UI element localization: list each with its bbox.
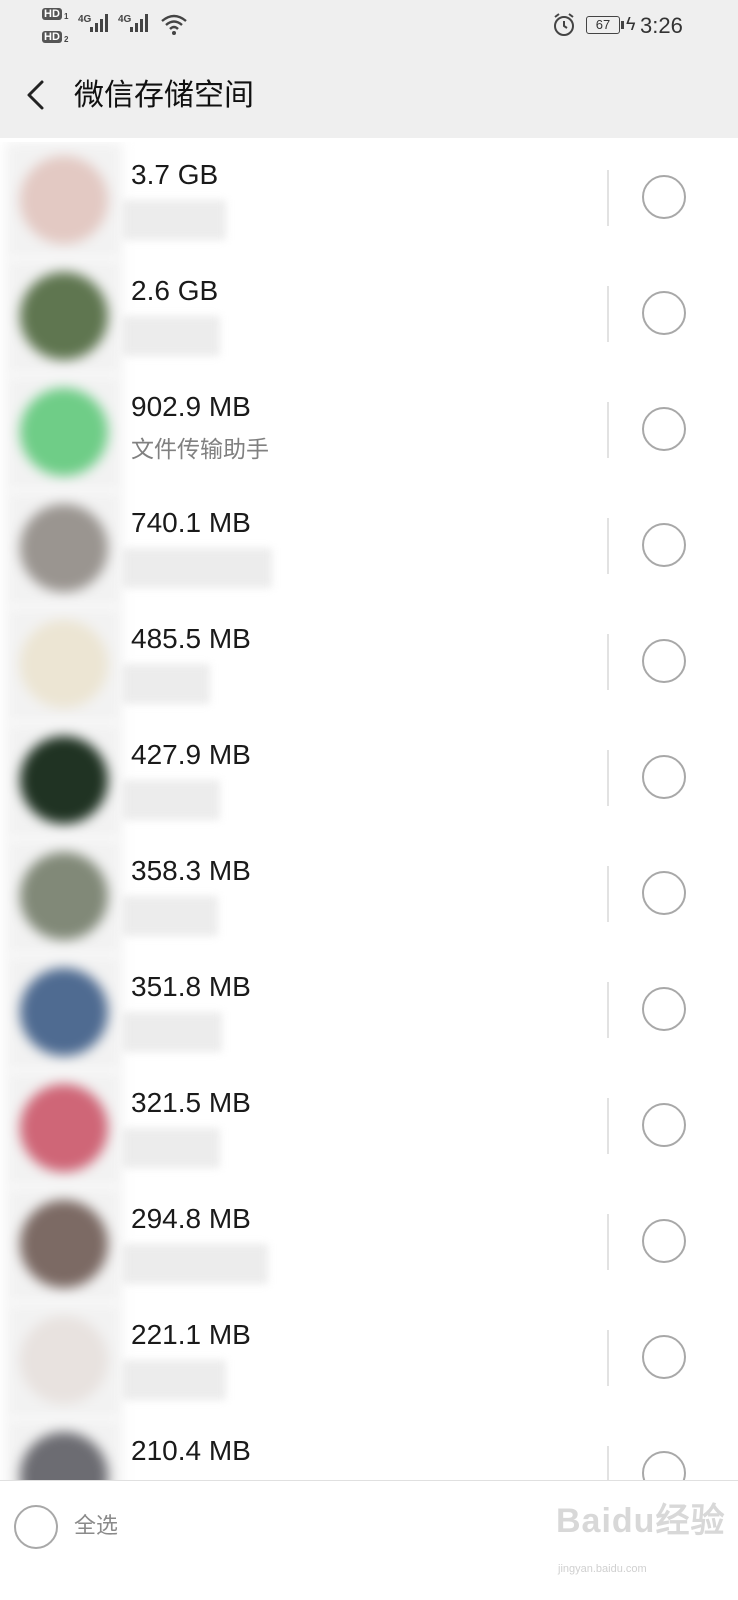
signal-icon-1 xyxy=(90,14,108,32)
wifi-icon xyxy=(161,14,187,35)
bottom-bar: 全选 Baidu经验 jingyan.baidu.com xyxy=(0,1480,738,1600)
avatar xyxy=(6,1186,122,1302)
chat-list-item[interactable]: 902.9 MB 文件传输助手 xyxy=(0,374,738,490)
row-divider xyxy=(607,1446,609,1480)
avatar xyxy=(6,838,122,954)
storage-size: 902.9 MB xyxy=(131,391,251,422)
storage-size: 485.5 MB xyxy=(131,623,251,654)
battery-icon: 67 xyxy=(586,16,620,34)
select-radio[interactable] xyxy=(642,407,686,451)
signal-icon-2 xyxy=(130,14,148,32)
select-radio[interactable] xyxy=(642,1451,686,1480)
storage-size: 3.7 GB xyxy=(131,159,219,190)
row-divider xyxy=(607,1330,609,1386)
select-radio[interactable] xyxy=(642,871,686,915)
chat-storage-list: 3.7 GB 2.6 GB 902.9 MB 文件传输助手 740.1 MB 485.5 … xyxy=(0,142,738,1480)
sim2-index: 2 xyxy=(64,35,69,44)
select-radio[interactable] xyxy=(642,1219,686,1263)
avatar xyxy=(6,258,122,374)
chat-list-item[interactable]: 358.3 MB xyxy=(0,838,738,954)
chat-list-item[interactable]: 485.5 MB xyxy=(0,606,738,722)
chat-list-item[interactable]: 351.8 MB xyxy=(0,954,738,1070)
chat-name-redacted xyxy=(122,1128,220,1168)
page-title: 微信存储空间 xyxy=(74,79,254,112)
avatar xyxy=(6,1070,122,1186)
status-bar: HD 1 HD 2 4G 4G 67 ϟ 3:26 xyxy=(0,0,738,52)
select-radio[interactable] xyxy=(642,987,686,1031)
chat-list-item[interactable]: 210.4 MB xyxy=(0,1418,738,1480)
avatar xyxy=(6,374,122,490)
storage-size: 2.6 GB xyxy=(131,275,219,306)
row-divider xyxy=(607,518,609,574)
storage-size: 358.3 MB xyxy=(131,855,251,886)
storage-size: 210.4 MB xyxy=(131,1435,251,1466)
battery-tip xyxy=(621,21,624,29)
storage-size: 221.1 MB xyxy=(131,1319,251,1350)
sim1-hd-badge: HD xyxy=(42,8,62,20)
chat-name-redacted xyxy=(122,780,220,820)
select-all-radio[interactable] xyxy=(14,1505,58,1549)
title-bar: 微信存储空间 xyxy=(0,52,738,138)
storage-size: 351.8 MB xyxy=(131,971,251,1002)
row-divider xyxy=(607,402,609,458)
chat-list-item[interactable]: 221.1 MB xyxy=(0,1302,738,1418)
row-divider xyxy=(607,1214,609,1270)
row-divider xyxy=(607,170,609,226)
select-radio[interactable] xyxy=(642,755,686,799)
chat-name-redacted xyxy=(122,200,226,240)
row-divider xyxy=(607,634,609,690)
chat-list-item[interactable]: 740.1 MB xyxy=(0,490,738,606)
chat-name-redacted xyxy=(122,896,218,936)
chat-name-redacted xyxy=(122,316,220,356)
select-radio[interactable] xyxy=(642,523,686,567)
select-radio[interactable] xyxy=(642,1103,686,1147)
storage-size: 321.5 MB xyxy=(131,1087,251,1118)
avatar xyxy=(6,490,122,606)
chat-name-redacted xyxy=(122,1012,222,1052)
avatar xyxy=(6,606,122,722)
alarm-icon xyxy=(554,13,574,36)
baidu-watermark: Baidu经验 xyxy=(556,1502,726,1540)
chat-name-redacted xyxy=(122,1360,226,1400)
storage-size: 740.1 MB xyxy=(131,507,251,538)
row-divider xyxy=(607,1098,609,1154)
avatar xyxy=(6,142,122,258)
select-all-label[interactable]: 全选 xyxy=(74,1511,118,1541)
chat-name: 文件传输助手 xyxy=(131,436,269,462)
chat-name-redacted xyxy=(122,548,272,588)
clock-time: 3:26 xyxy=(640,13,683,38)
chat-list-item[interactable]: 427.9 MB xyxy=(0,722,738,838)
select-radio[interactable] xyxy=(642,1335,686,1379)
row-divider xyxy=(607,286,609,342)
avatar xyxy=(6,954,122,1070)
chat-name-redacted xyxy=(122,664,210,704)
storage-size: 427.9 MB xyxy=(131,739,251,770)
baidu-watermark-url: jingyan.baidu.com xyxy=(558,1563,647,1575)
row-divider xyxy=(607,982,609,1038)
chat-list-item[interactable]: 3.7 GB xyxy=(0,142,738,258)
chat-name-redacted xyxy=(122,1244,268,1284)
storage-size: 294.8 MB xyxy=(131,1203,251,1234)
chat-list-item[interactable]: 2.6 GB xyxy=(0,258,738,374)
chat-list-item[interactable]: 294.8 MB xyxy=(0,1186,738,1302)
chevron-left-icon[interactable] xyxy=(20,76,56,114)
charging-icon: ϟ xyxy=(626,14,636,34)
avatar xyxy=(6,1418,122,1480)
select-radio[interactable] xyxy=(642,175,686,219)
row-divider xyxy=(607,750,609,806)
avatar xyxy=(6,722,122,838)
sim1-index: 1 xyxy=(64,12,69,21)
row-divider xyxy=(607,866,609,922)
select-radio[interactable] xyxy=(642,639,686,683)
select-radio[interactable] xyxy=(642,291,686,335)
sim2-hd-badge: HD xyxy=(42,31,62,43)
avatar xyxy=(6,1302,122,1418)
chat-list-item[interactable]: 321.5 MB xyxy=(0,1070,738,1186)
